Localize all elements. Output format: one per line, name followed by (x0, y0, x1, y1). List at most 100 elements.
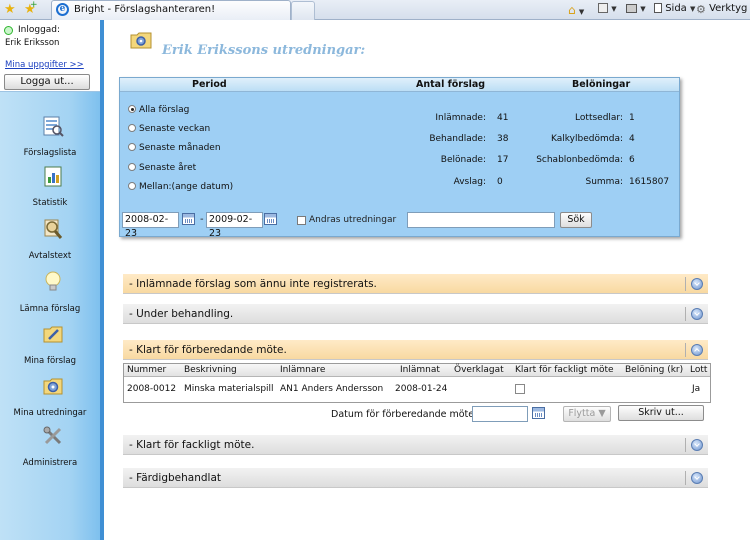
count-header: Antal förslag (416, 79, 486, 90)
section-in-progress[interactable]: - Under behandling. (123, 304, 708, 324)
period-option-week[interactable]: Senaste veckan (128, 124, 210, 138)
reward-value: 1615807 (629, 177, 670, 187)
statistics-icon (44, 166, 62, 187)
add-favorite-icon[interactable]: ★ + (24, 0, 38, 17)
divider (685, 471, 686, 485)
expand-icon[interactable] (691, 278, 703, 290)
sidebar-item-statistik[interactable]: Statistik (0, 165, 100, 223)
folder-gear-icon (43, 378, 63, 395)
others-checkbox[interactable] (297, 216, 306, 225)
count-value: 17 (497, 155, 509, 165)
sidebar-item-administrera[interactable]: Administrera (0, 425, 100, 483)
period-option-between[interactable]: Mellan:(ange datum) (128, 182, 233, 196)
section-union-meeting[interactable]: - Klart för fackligt möte. (123, 435, 708, 455)
count-label: Avslag: (453, 177, 486, 187)
feeds-button[interactable]: ▼ (598, 3, 617, 14)
sidebar-item-label: Förslagslista (23, 148, 77, 158)
meeting-date-label: Datum för förberedande möte: (331, 409, 478, 420)
sidebar-item-label: Statistik (32, 198, 68, 208)
calendar-icon[interactable] (182, 213, 195, 225)
list-report-icon (43, 116, 64, 137)
period-option-label: Senaste månaden (139, 143, 221, 153)
expand-icon[interactable] (691, 472, 703, 484)
expand-icon[interactable] (691, 439, 703, 451)
column-header[interactable]: Nummer (127, 365, 166, 375)
move-button[interactable]: Flytta ▼ (563, 406, 611, 422)
reward-label: Lottsedlar: (575, 113, 623, 123)
feeds-icon (598, 3, 608, 13)
sidebar-item-label: Administrera (22, 458, 78, 468)
ready-for-union-checkbox[interactable] (515, 384, 525, 394)
count-value: 38 (497, 134, 509, 144)
search-input[interactable] (407, 212, 555, 228)
sidebar-item-lamna-forslag[interactable]: Lämna förslag (0, 271, 100, 329)
calendar-icon[interactable] (532, 407, 545, 419)
logged-in-label: Inloggad: (18, 25, 61, 35)
page-menu-label: Sida (665, 3, 687, 14)
reward-label: Kalkylbedömda: (551, 134, 623, 144)
date-from-input[interactable]: 2008-02-23 (122, 212, 179, 239)
column-header[interactable]: Beskrivning (184, 365, 237, 375)
count-label: Belönade: (440, 155, 486, 165)
radio-button[interactable] (128, 163, 136, 171)
radio-button[interactable] (128, 105, 136, 113)
period-option-label: Mellan:(ange datum) (139, 182, 234, 192)
sidebar-item-avtalstext[interactable]: Avtalstext (0, 218, 100, 276)
period-option-label: Alla förslag (139, 105, 190, 115)
sidebar-item-label: Avtalstext (28, 251, 72, 261)
cell-inlamnat: 2008-01-24 (395, 384, 448, 394)
radio-button[interactable] (128, 124, 136, 132)
column-header[interactable]: Överklagat (454, 365, 504, 375)
sidebar-item-mina-forslag[interactable]: Mina förslag (0, 323, 100, 381)
new-tab-button[interactable] (291, 1, 315, 20)
radio-button[interactable] (128, 143, 136, 151)
print-button[interactable]: Skriv ut... (618, 405, 704, 421)
period-option-year[interactable]: Senaste året (128, 163, 196, 177)
browser-tab[interactable]: e Bright - Förslagshanteraren! (51, 0, 291, 20)
bottom-margin (0, 540, 750, 554)
print-toolbar-button[interactable]: ▼ (626, 3, 646, 14)
page-icon (654, 3, 662, 13)
period-header: Period (192, 79, 227, 90)
ie-logo-icon: e (56, 3, 69, 16)
section-preparatory-meeting[interactable]: - Klart för förberedande möte. (123, 340, 708, 360)
reward-label: Schablonbedömda: (536, 155, 623, 165)
search-button[interactable]: Sök (560, 212, 592, 228)
user-name: Erik Eriksson (5, 38, 60, 48)
radio-button[interactable] (128, 182, 136, 190)
panel-header: Period Antal förslag Belöningar (120, 78, 679, 92)
column-header[interactable]: Belöning (kr) (625, 365, 683, 375)
period-option-month[interactable]: Senaste månaden (128, 143, 221, 157)
gear-icon: ⚙ (696, 3, 706, 16)
my-info-link[interactable]: Mina uppgifter >> (5, 60, 84, 70)
favorites-star-icon[interactable]: ★ (4, 2, 16, 17)
period-option-label: Senaste veckan (139, 124, 211, 134)
home-button[interactable]: ⌂ ▼ (568, 3, 584, 17)
period-option-all[interactable]: Alla förslag (128, 105, 189, 119)
browser-toolbar: ★ ★ + e Bright - Förslagshanteraren! ⌂ ▼ … (0, 0, 750, 20)
reward-value: 1 (629, 113, 635, 123)
section-unregistered[interactable]: - Inlämnade förslag som ännu inte regist… (123, 274, 708, 294)
cell-beskrivning: Minska materialspill (184, 384, 274, 394)
divider (685, 343, 686, 357)
column-header[interactable]: Klart för fackligt möte (515, 365, 614, 375)
main-content: Erik Erikssons utredningar: Period Antal… (104, 20, 724, 540)
count-value: 41 (497, 113, 509, 123)
collapse-icon[interactable] (691, 344, 703, 356)
section-completed[interactable]: - Färdigbehandlat (123, 468, 708, 488)
reward-label: Summa: (585, 177, 624, 187)
column-header[interactable]: Lott (690, 365, 707, 375)
online-status-icon (4, 26, 13, 35)
date-to-input[interactable]: 2009-02-23 (206, 212, 263, 239)
tools-menu[interactable]: ⚙ Verktyg ▼ (696, 3, 750, 16)
column-header[interactable]: Inlämnare (280, 365, 325, 375)
page-menu[interactable]: Sida ▼ (654, 3, 695, 14)
logout-button[interactable]: Logga ut... (4, 74, 90, 90)
calendar-icon[interactable] (264, 213, 277, 225)
meeting-date-input[interactable] (472, 406, 528, 422)
count-value: 0 (497, 177, 503, 187)
column-header[interactable]: Inlämnat (400, 365, 440, 375)
expand-icon[interactable] (691, 308, 703, 320)
table-header: Nummer Beskrivning Inlämnare Inlämnat Öv… (124, 364, 710, 377)
section-title: - Klart för fackligt möte. (129, 439, 255, 451)
